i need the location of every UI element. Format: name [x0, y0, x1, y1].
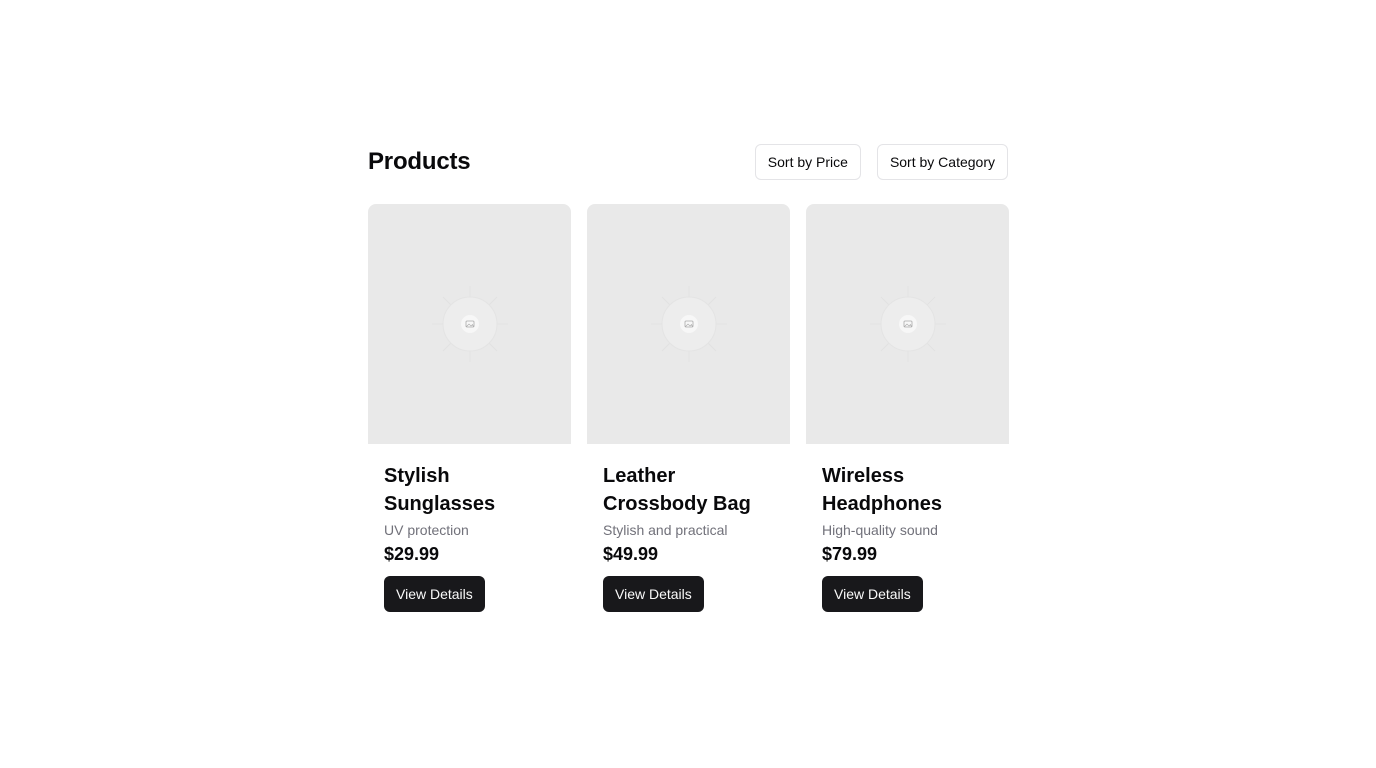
product-price: $79.99: [822, 544, 878, 564]
sort-controls: Sort by Price Sort by Category: [754, 144, 1008, 180]
product-grid: Stylish Sunglasses UV protection $29.99 …: [368, 204, 1009, 612]
product-name: Stylish Sunglasses: [384, 465, 496, 515]
product-card: Leather Crossbody Bag Stylish and practi…: [587, 204, 790, 612]
products-header: Products Sort by Price Sort by Category: [368, 144, 1008, 180]
view-details-button[interactable]: View Details: [384, 576, 485, 612]
image-placeholder-icon: [869, 286, 946, 362]
sort-by-price-button[interactable]: Sort by Price: [754, 144, 861, 180]
sort-by-category-button[interactable]: Sort by Category: [876, 144, 1008, 180]
product-price: $29.99: [384, 544, 440, 564]
view-details-button[interactable]: View Details: [603, 576, 704, 612]
product-card-body: Wireless Headphones High-quality sound $…: [806, 444, 1009, 612]
product-description: High-quality sound: [822, 522, 938, 538]
product-name: Wireless Headphones: [822, 465, 943, 515]
product-card-body: Leather Crossbody Bag Stylish and practi…: [587, 444, 790, 612]
image-placeholder-icon: [431, 286, 508, 362]
products-page: Products Sort by Price Sort by Category: [368, 144, 1009, 612]
product-name: Leather Crossbody Bag: [603, 465, 751, 515]
product-description: UV protection: [384, 522, 469, 538]
page-title: Products: [368, 148, 471, 175]
image-placeholder-icon: [650, 286, 727, 362]
product-image: [587, 204, 790, 444]
product-card-body: Stylish Sunglasses UV protection $29.99 …: [368, 444, 571, 612]
product-card: Wireless Headphones High-quality sound $…: [806, 204, 1009, 612]
product-card: Stylish Sunglasses UV protection $29.99 …: [368, 204, 571, 612]
product-image: [806, 204, 1009, 444]
product-image: [368, 204, 571, 444]
view-details-button[interactable]: View Details: [822, 576, 923, 612]
product-description: Stylish and practical: [603, 522, 728, 538]
product-price: $49.99: [603, 544, 659, 564]
